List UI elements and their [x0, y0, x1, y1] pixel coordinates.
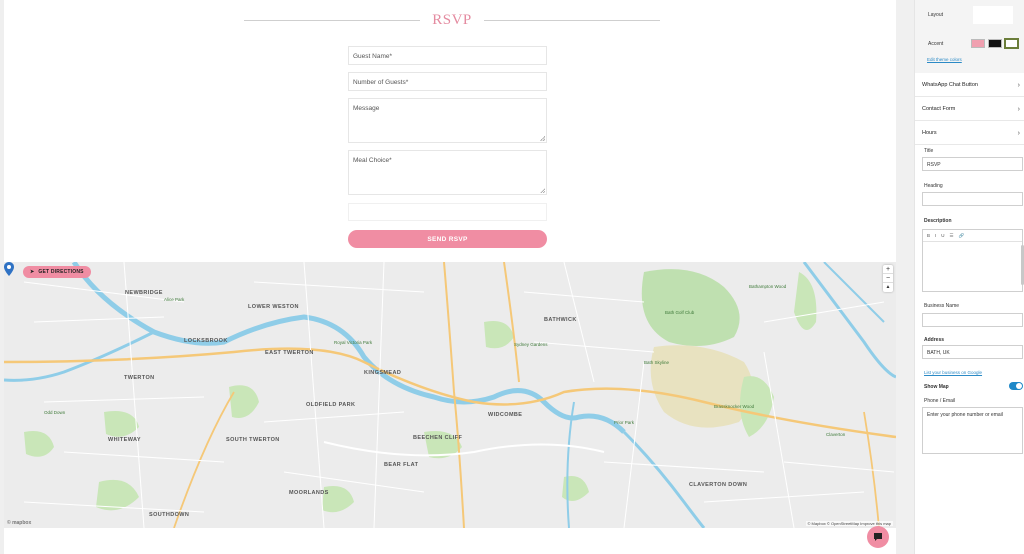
map-label-district: BEECHEN CLIFF — [413, 435, 463, 441]
map-label-place: Bath Golf Club — [665, 310, 695, 315]
meal-choice-textarea[interactable]: Meal Choice* — [348, 150, 547, 195]
meal-choice-placeholder: Meal Choice* — [353, 157, 392, 164]
map-label-district: SOUTH TWERTON — [226, 437, 280, 443]
map-label-place: Prior Park — [614, 420, 635, 425]
map-label-place: Brassknocker Wood — [714, 404, 755, 409]
phone-email-label: Phone / Email — [924, 398, 956, 404]
map-label-place: Claverton — [826, 432, 846, 437]
phone-email-textarea[interactable]: Enter your phone number or email — [922, 407, 1023, 454]
map-label-district: BATHWICK — [544, 317, 577, 323]
map-label-place: Royal Victoria Park — [334, 340, 373, 345]
map-label-district: BEAR FLAT — [384, 462, 419, 468]
title-label: Title — [924, 148, 934, 154]
map-label-district: WHITEWAY — [108, 437, 141, 443]
heading-input[interactable] — [922, 192, 1023, 206]
accent-swatch-black[interactable] — [988, 39, 1002, 48]
chat-bubble-icon — [874, 533, 882, 541]
map-view[interactable]: ➤ GET DIRECTIONS + − ▲ NEWBRIDGE LOWER W… — [4, 262, 896, 528]
rsvp-title-text: RSVP — [432, 12, 472, 28]
message-textarea[interactable]: Message — [348, 98, 547, 143]
whatsapp-chat-button-section[interactable]: WhatsApp Chat Button › — [915, 74, 1024, 97]
map-label-district: MOORLANDS — [289, 490, 329, 496]
business-name-input[interactable] — [922, 313, 1023, 327]
business-name-label: Business Name — [924, 303, 960, 309]
address-input-value: BATH, UK — [927, 350, 950, 356]
show-map-label: Show Map — [924, 384, 949, 390]
rte-toolbar: B I U ☰ 🔗 — [923, 230, 1022, 242]
page-canvas: RSVP Guest Name* Number of Guests* Messa… — [0, 0, 914, 554]
heading-label: Heading — [924, 183, 943, 189]
mapbox-logo: © mapbox — [7, 520, 32, 526]
map-label-district: CLAVERTON DOWN — [689, 482, 748, 488]
zoom-in-button[interactable]: + — [883, 265, 893, 274]
accent-swatch-pink[interactable] — [971, 39, 985, 48]
map-label-district: WIDCOMBE — [488, 412, 523, 418]
show-map-toggle[interactable] — [1009, 382, 1023, 390]
map-label-district: TWERTON — [124, 375, 155, 381]
contact-form-section[interactable]: Contact Form › — [915, 98, 1024, 121]
compass-button[interactable]: ▲ — [883, 283, 893, 292]
map-label-place: Bath Skyline — [644, 360, 670, 365]
google-business-link[interactable]: List your business on Google — [924, 370, 982, 375]
chevron-right-icon: › — [1017, 81, 1020, 89]
layout-preview[interactable] — [973, 6, 1013, 24]
accent-swatch-white[interactable] — [1004, 38, 1019, 49]
get-directions-button[interactable]: ➤ GET DIRECTIONS — [23, 266, 91, 278]
map-label-district: SOUTHDOWN — [149, 512, 190, 518]
get-directions-label: GET DIRECTIONS — [38, 269, 84, 275]
guest-name-input[interactable]: Guest Name* — [348, 46, 547, 65]
canvas-gutter — [896, 0, 914, 554]
chat-button[interactable] — [867, 526, 889, 548]
map-label-place: Bathampton Wood — [749, 284, 787, 289]
map-label-district: LOCKSBROOK — [184, 338, 228, 344]
italic-tool[interactable]: I — [935, 233, 936, 238]
map-label-district: KINGSMEAD — [364, 370, 402, 376]
heading-rule-right — [483, 20, 660, 21]
chevron-right-icon: › — [1017, 129, 1020, 137]
address-label: Address — [924, 337, 945, 343]
bold-tool[interactable]: B — [927, 233, 930, 238]
accent-label: Accent — [928, 41, 944, 47]
map-graphics — [4, 262, 896, 528]
map-label-place: Odd Down — [44, 410, 66, 415]
navigation-arrow-icon: ➤ — [30, 269, 35, 275]
zoom-out-button[interactable]: − — [883, 274, 893, 283]
send-rsvp-button[interactable]: SEND RSVP — [348, 230, 547, 248]
underline-tool[interactable]: U — [941, 233, 944, 238]
map-label-district: NEWBRIDGE — [125, 290, 163, 296]
rsvp-heading: RSVP — [244, 12, 660, 29]
map-label-place: Sydney Gardens — [514, 342, 548, 347]
map-label-district: EAST TWERTON — [265, 350, 314, 356]
guest-name-placeholder: Guest Name* — [353, 53, 393, 60]
message-placeholder: Message — [353, 105, 380, 112]
extra-form-field[interactable] — [348, 203, 547, 221]
chevron-right-icon: › — [1017, 105, 1020, 113]
phone-email-placeholder: Enter your phone number or email — [927, 412, 1003, 418]
title-input[interactable]: RSVP — [922, 157, 1023, 171]
title-input-value: RSVP — [927, 162, 941, 168]
number-of-guests-input[interactable]: Number of Guests* — [348, 72, 547, 91]
settings-panel: Layout Accent Edit theme colors WhatsApp… — [914, 0, 1024, 554]
map-label-district: LOWER WESTON — [248, 304, 299, 310]
list-tool[interactable]: ☰ — [950, 233, 954, 239]
num-guests-placeholder: Number of Guests* — [353, 79, 409, 86]
section-label: WhatsApp Chat Button — [922, 82, 978, 88]
link-tool[interactable]: 🔗 — [959, 233, 965, 239]
map-label-place: Alice Park — [164, 297, 185, 302]
hours-section[interactable]: Hours › — [915, 122, 1024, 145]
description-editor[interactable]: B I U ☰ 🔗 — [922, 229, 1023, 292]
layout-label: Layout — [928, 12, 944, 18]
description-label: Description — [924, 218, 952, 224]
address-input[interactable]: BATH, UK — [922, 345, 1023, 359]
map-label-district: OLDFIELD PARK — [306, 402, 356, 408]
heading-rule-left — [244, 20, 421, 21]
location-pin-icon — [4, 262, 14, 276]
section-label: Hours — [922, 130, 937, 136]
section-label: Contact Form — [922, 106, 956, 112]
map-zoom-controls: + − ▲ — [883, 265, 893, 292]
edit-theme-colors-link[interactable]: Edit theme colors — [927, 57, 962, 62]
